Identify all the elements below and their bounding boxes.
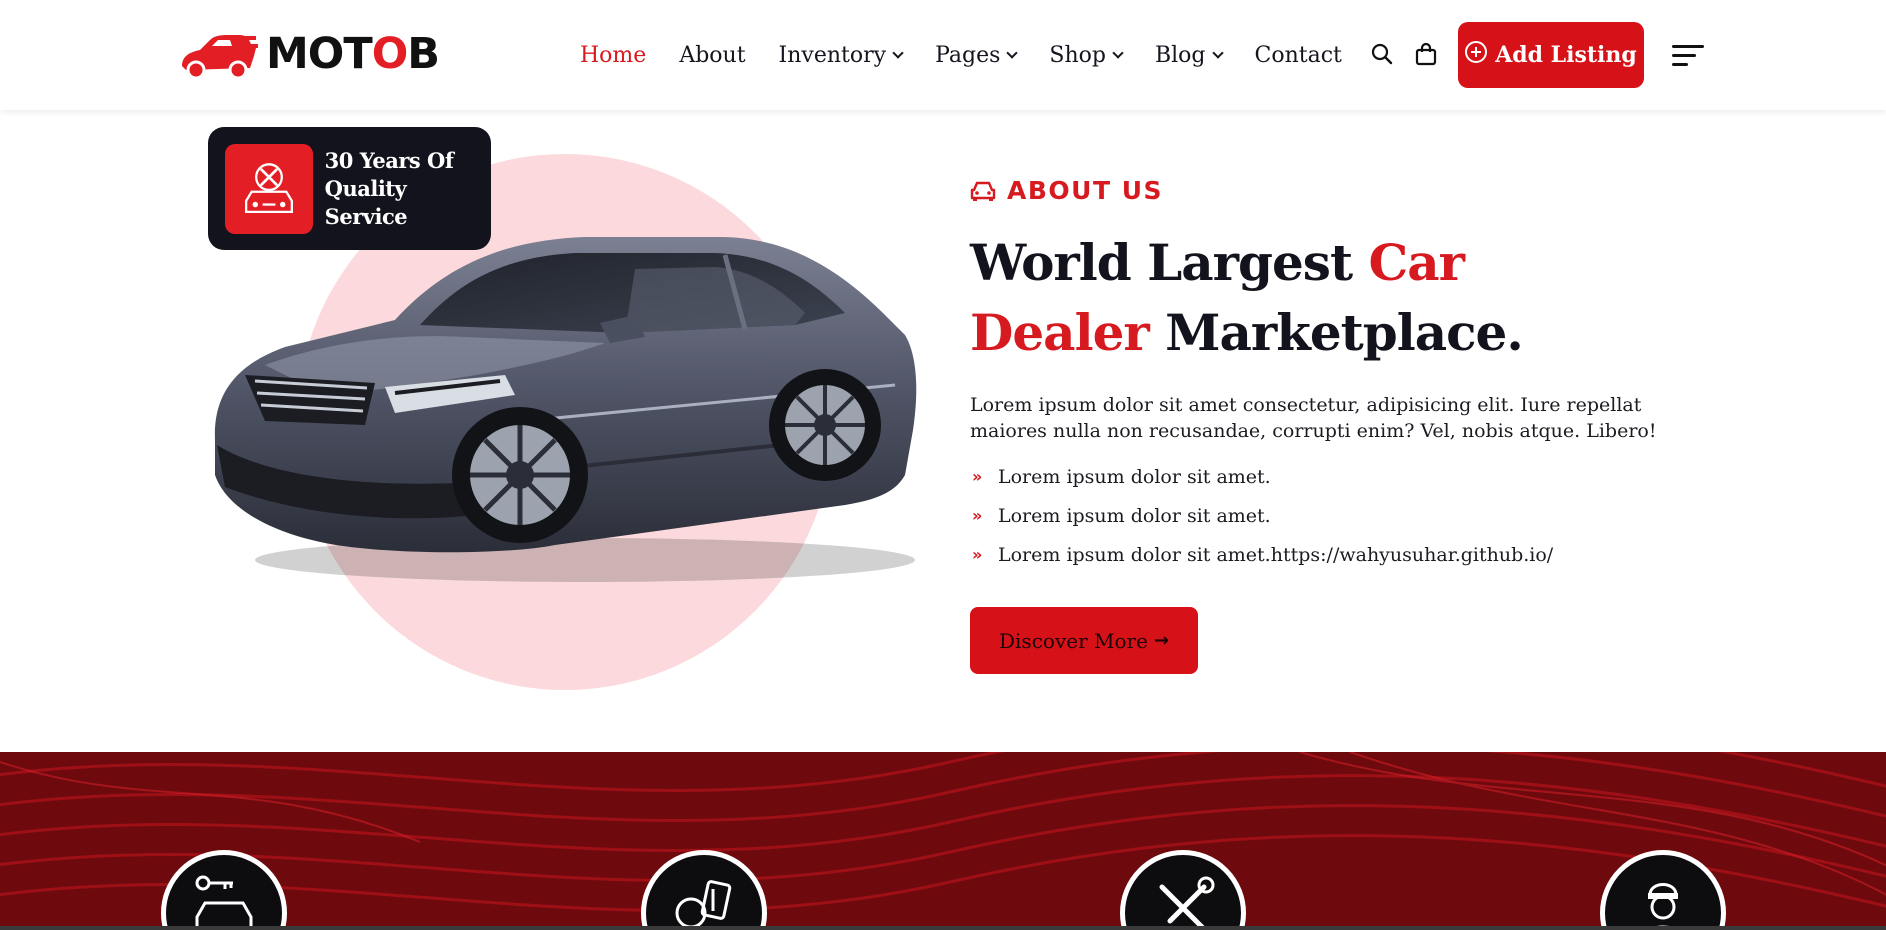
site-logo[interactable]: MOTOB <box>176 26 440 82</box>
car-repair-icon <box>225 143 313 234</box>
badge-line-1: 30 Years Of <box>324 147 454 173</box>
menu-icon[interactable] <box>1672 42 1704 68</box>
list-item: » Lorem ipsum dolor sit amet.https://wahy… <box>972 543 1554 566</box>
double-chevron-icon: » <box>972 506 983 525</box>
car-documents-icon <box>675 880 732 929</box>
nav-home[interactable]: Home <box>580 43 646 68</box>
nav-about[interactable]: About <box>679 43 745 68</box>
chevron-down-icon <box>892 46 904 59</box>
nav-contact[interactable]: Contact <box>1255 43 1342 68</box>
double-chevron-icon: » <box>972 545 983 564</box>
section-eyebrow: ABOUT US <box>970 176 1163 205</box>
car-icon <box>970 181 996 201</box>
experience-badge: 30 Years Of Quality Service <box>208 127 491 250</box>
chevron-down-icon <box>1112 46 1124 59</box>
badge-text: 30 Years Of Quality Service <box>325 147 491 231</box>
shopping-bag-icon[interactable] <box>1414 42 1438 66</box>
add-listing-button[interactable]: Add Listing <box>1458 22 1644 88</box>
site-header: MOTOB Home About Inventory Pages Shop Bl… <box>0 0 1886 110</box>
window-bottom-edge <box>0 926 1886 930</box>
about-paragraph: Lorem ipsum dolor sit amet consectetur, … <box>970 394 1657 442</box>
car-logo-icon <box>182 35 258 80</box>
nav-blog[interactable]: Blog <box>1155 43 1224 68</box>
arrow-right-icon: → <box>1153 630 1169 651</box>
discover-more-label: Discover More <box>999 628 1148 653</box>
plus-circle-icon <box>1465 41 1488 63</box>
chevron-down-icon <box>1211 46 1224 59</box>
list-item: » Lorem ipsum dolor sit amet. <box>972 465 1271 488</box>
nav-inventory[interactable]: Inventory <box>779 43 904 68</box>
about-headline: World Largest Car Dealer Marketplace. <box>970 233 1524 362</box>
add-listing-label: Add Listing <box>1495 42 1637 68</box>
main-nav: Home About Inventory Pages Shop Blog Con… <box>580 38 1375 72</box>
sedan-car-image <box>214 237 917 582</box>
tools-icon <box>1159 876 1215 930</box>
mechanic-icon <box>1645 883 1681 930</box>
car-key-icon <box>195 875 253 930</box>
discover-more-button[interactable]: Discover More → <box>970 607 1198 674</box>
list-item: » Lorem ipsum dolor sit amet. <box>972 504 1271 527</box>
chevron-down-icon <box>1006 46 1019 59</box>
badge-line-2: Quality Service <box>324 175 408 229</box>
feature-list: » Lorem ipsum dolor sit amet. » Lorem ipsu… <box>972 457 1553 574</box>
nav-shop[interactable]: Shop <box>1049 43 1124 68</box>
nav-pages[interactable]: Pages <box>935 43 1019 68</box>
eyebrow-label: ABOUT US <box>1007 176 1164 205</box>
search-icon[interactable] <box>1370 42 1394 66</box>
logo-text: MOTOB <box>266 29 440 79</box>
double-chevron-icon: » <box>972 467 983 486</box>
